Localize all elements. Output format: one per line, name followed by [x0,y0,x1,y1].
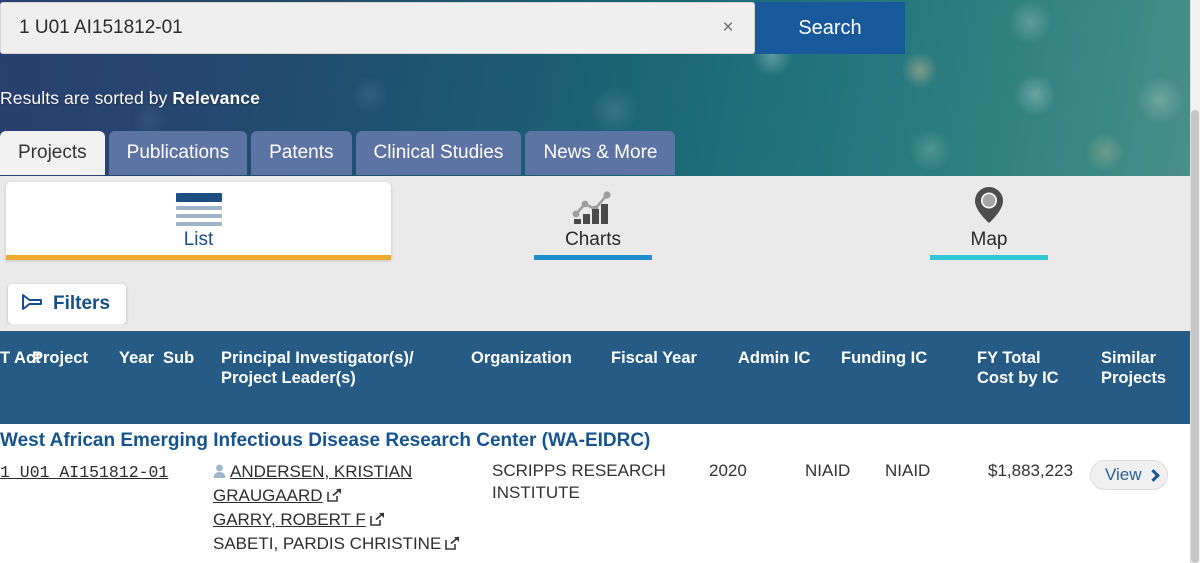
view-tab-list-label: List [183,229,214,250]
admin-ic-value: NIAID [805,461,851,480]
column-header-year[interactable]: Year [119,348,154,368]
column-header-fy-total-line2[interactable]: Cost by IC [977,368,1059,388]
sort-status: Results are sorted by Relevance [0,88,260,109]
investigator-list: ANDERSEN, KRISTIAN GRAUGAARD GARRY, ROBE… [213,460,463,556]
charts-icon [569,186,617,226]
chevron-right-icon [1146,468,1160,482]
external-link-icon[interactable] [326,485,342,502]
funding-ic-value: NIAID [885,461,931,480]
tab-news-and-more[interactable]: News & More [525,131,676,175]
column-header-organization[interactable]: Organization [471,348,572,368]
organization-line2: INSTITUTE [492,483,580,502]
column-header-funding-ic[interactable]: Funding IC [841,348,927,368]
project-title-link[interactable]: West African Emerging Infectious Disease… [0,430,650,452]
page-scrollbar-track[interactable] [1190,0,1200,563]
view-tab-list-underline [6,255,391,260]
investigator-name-cont[interactable]: GRAUGAARD [213,486,323,505]
funnel-icon [20,292,44,317]
project-number-link[interactable]: 1 U01 AI151812-01 [0,462,168,484]
person-icon [213,462,226,478]
investigator-item-cont[interactable]: GRAUGAARD [213,484,463,508]
view-toggle-band: List Charts Map [0,176,1190,331]
investigator-item[interactable]: SABETI, PARDIS CHRISTINE [213,532,463,556]
filters-button[interactable]: Filters [8,284,127,324]
investigator-item[interactable]: ANDERSEN, KRISTIAN [213,460,463,484]
table-header-row: T Act Project Year Sub Principal Investi… [0,331,1190,424]
view-button-label: View [1105,465,1142,484]
clear-search-icon[interactable]: × [718,18,738,38]
column-header-similar-line2[interactable]: Projects [1101,368,1166,388]
fiscal-year-value: 2020 [709,461,747,480]
tab-publications[interactable]: Publications [108,131,248,175]
column-header-project[interactable]: Project [32,348,88,368]
view-tab-list[interactable]: List [6,182,391,260]
tab-projects[interactable]: Projects [0,131,105,175]
sort-prefix: Results are sorted by [0,88,173,108]
external-link-icon[interactable] [369,509,385,526]
investigator-name[interactable]: ANDERSEN, KRISTIAN [230,462,412,481]
external-link-icon[interactable] [445,533,460,550]
filters-label: Filters [53,293,111,314]
results-table: T Act Project Year Sub Principal Investi… [0,331,1190,563]
column-header-fy-total-line1[interactable]: FY Total [977,348,1041,368]
view-tab-map-underline [930,255,1048,260]
list-icon [175,192,222,226]
column-header-admin-ic[interactable]: Admin IC [738,348,810,368]
organization-line1: SCRIPPS RESEARCH [492,461,666,480]
result-type-tabs: Projects Publications Patents Clinical S… [0,131,679,175]
column-header-similar-line1[interactable]: Similar [1101,348,1156,368]
column-header-fiscal-year[interactable]: Fiscal Year [611,348,697,368]
sort-value: Relevance [172,88,260,108]
investigator-item[interactable]: GARRY, ROBERT F [213,508,463,532]
investigator-name[interactable]: GARRY, ROBERT F [213,510,366,529]
column-header-pi-line2[interactable]: Project Leader(s) [221,368,356,388]
view-tab-charts-label: Charts [565,229,621,250]
page-scrollbar-thumb[interactable] [1191,110,1199,563]
column-header-sub[interactable]: Sub [163,348,194,368]
view-project-button[interactable]: View [1090,460,1168,490]
table-row: West African Emerging Infectious Disease… [0,424,1190,563]
view-tab-charts[interactable]: Charts [534,182,652,260]
search-bar: × Search [0,2,905,54]
tab-clinical-studies[interactable]: Clinical Studies [355,131,522,175]
view-tab-map[interactable]: Map [930,182,1048,260]
search-input-wrapper: × [0,2,755,54]
tab-patents[interactable]: Patents [251,131,352,175]
search-input[interactable] [1,3,754,53]
map-pin-icon [969,184,1009,226]
search-results-page: × Search Results are sorted by Relevance… [0,0,1200,563]
column-header-pi-line1[interactable]: Principal Investigator(s)/ [221,348,414,368]
view-tab-map-label: Map [970,229,1008,250]
view-tab-charts-underline [534,255,652,260]
fy-total-cost-value: $1,883,223 [988,461,1074,480]
search-button[interactable]: Search [755,2,905,54]
band-gap [0,324,1190,331]
investigator-name[interactable]: SABETI, PARDIS CHRISTINE [213,534,441,553]
